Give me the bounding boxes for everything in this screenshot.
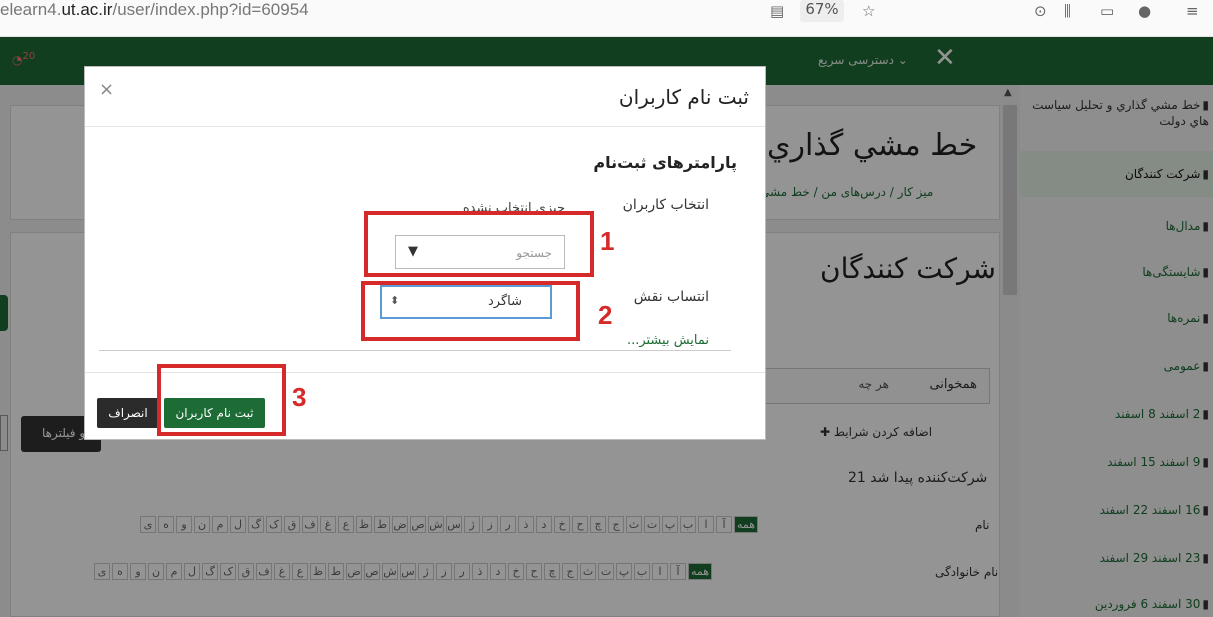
sidebar-icon[interactable]: ▭ [1100,2,1114,20]
close-icon[interactable]: × [99,79,114,100]
dialog-header: ثبت نام کاربران × [85,67,765,127]
annotation-number-1: 1 [600,226,615,256]
assign-role-label: انتساب نقش [633,289,709,305]
annotation-number-2: 2 [598,300,613,330]
annotation-number-3: 3 [292,382,307,412]
annotation-box-1 [364,211,594,277]
enrolment-options-heading: پارامترهای ثبت‌نام [593,153,737,172]
annotation-box-2 [361,281,580,341]
divider [99,350,731,351]
download-icon[interactable]: ⊙ [1034,2,1047,20]
reader-view-icon[interactable]: ▤ [770,2,784,20]
library-icon[interactable]: ⫼ [1064,2,1071,20]
cancel-button[interactable]: انصراف [97,398,159,428]
extension-icon[interactable]: ● [1138,2,1151,20]
show-more-link[interactable]: نمایش بیشتر... [627,333,709,348]
annotation-box-3 [157,364,286,436]
dialog-title: ثبت نام کاربران [618,85,749,109]
bookmark-star-icon[interactable]: ☆ [862,2,875,20]
url-text[interactable]: elearn4.ut.ac.ir/user/index.php?id=60954 [0,0,309,20]
menu-icon[interactable]: ≡ [1186,2,1199,20]
zoom-level[interactable]: 67% [800,0,844,22]
browser-address-bar[interactable]: elearn4.ut.ac.ir/user/index.php?id=60954… [0,0,1213,37]
no-selection-text: چیزی انتخاب نشده [462,201,565,211]
select-users-label: انتخاب کاربران [622,197,709,213]
